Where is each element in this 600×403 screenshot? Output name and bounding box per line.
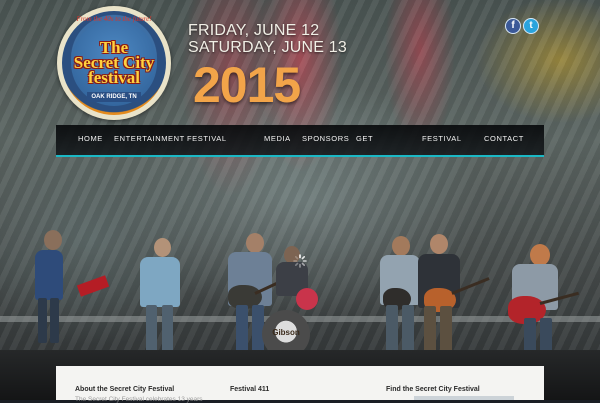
drum-brand-label: Gibson	[272, 328, 300, 337]
loading-spinner-icon	[293, 254, 307, 268]
about-heading[interactable]: About the Secret City Festival	[75, 386, 174, 393]
nav-festival[interactable]: FESTIVAL	[187, 134, 227, 143]
find-festival-heading[interactable]: Find the Secret City Festival	[386, 386, 480, 393]
logo-tagline: From the 40s to the future!	[76, 15, 152, 23]
nav-home[interactable]: HOME	[78, 134, 103, 143]
nav-festival-2[interactable]: FESTIVAL	[422, 134, 462, 143]
location-map[interactable]	[414, 396, 514, 400]
festival-year: 2015	[193, 57, 301, 113]
nav-media[interactable]: MEDIA	[264, 134, 291, 143]
nav-get[interactable]: GET	[356, 134, 373, 143]
nav-contact[interactable]: CONTACT	[484, 134, 524, 143]
twitter-icon[interactable]: t	[523, 18, 539, 34]
logo-location: OAK RIDGE, TN	[87, 92, 141, 102]
festival-411-heading[interactable]: Festival 411	[230, 386, 269, 393]
nav-sponsors[interactable]: SPONSORS	[302, 134, 349, 143]
nav-entertainment[interactable]: ENTERTAINMENT	[114, 134, 185, 143]
festival-logo[interactable]: From the 40s to the future! The Secret C…	[57, 6, 171, 120]
content-section: About the Secret City Festival The Secre…	[56, 366, 544, 403]
date-friday: FRIDAY, JUNE 12	[188, 22, 320, 39]
facebook-icon[interactable]: f	[505, 18, 521, 34]
logo-title: The Secret City festival	[57, 39, 171, 87]
date-saturday: SATURDAY, JUNE 13	[188, 39, 348, 56]
logo-title-line3: festival	[88, 68, 140, 87]
main-navigation: HOME ENTERTAINMENT FESTIVAL MEDIA SPONSO…	[56, 125, 544, 157]
